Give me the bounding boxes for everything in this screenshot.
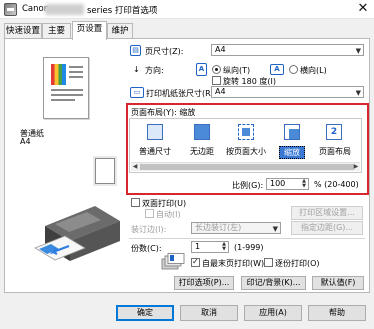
title-bar: Canon series 打印首选项 ✕ — [0, 0, 374, 19]
page-size-value: A4 — [215, 45, 226, 54]
binding-side-select[interactable]: 长边装订(左) ▼ — [191, 222, 281, 234]
landscape-icon: A — [270, 64, 284, 75]
print-options-button[interactable]: 打印选项(P)... — [174, 276, 234, 290]
cancel-button[interactable]: 取消 — [180, 305, 238, 321]
page-layout-label: 页面布局(Y): 缩放 — [131, 108, 196, 117]
layout-scrollbar[interactable]: ◀ ▶ — [131, 162, 360, 171]
orientation-arrow-icon: ↓ — [133, 65, 140, 74]
preview-text-line — [51, 99, 75, 101]
collate-checkbox[interactable] — [264, 258, 273, 267]
chevron-down-icon: ▼ — [355, 47, 361, 55]
specify-margin-button[interactable]: 指定边距(G)... — [291, 221, 363, 235]
duplex-label[interactable]: 双面打印(U) — [142, 198, 186, 209]
duplex-auto-checkbox[interactable] — [145, 209, 154, 218]
close-icon[interactable]: ✕ — [355, 1, 371, 17]
landscape-label[interactable]: 横向(L) — [300, 65, 327, 76]
tab-quick-setup[interactable]: 快速设置 — [4, 23, 42, 39]
portrait-label[interactable]: 纵向(T) — [223, 65, 250, 76]
scaled-icon[interactable] — [284, 124, 300, 140]
divider — [129, 238, 365, 239]
scaling-value: 100 — [270, 179, 286, 188]
preview-text-line — [69, 71, 83, 73]
redacted-model-name — [45, 4, 84, 15]
printer-paper-icon: ▭ — [130, 87, 144, 98]
chevron-down-icon: ▼ — [355, 89, 361, 97]
copies-value: 1 — [195, 242, 201, 251]
printer-paper-size-value: A4 — [215, 87, 226, 96]
ok-button[interactable]: 确定 — [116, 305, 174, 321]
preview-text-line — [69, 76, 83, 78]
tab-main[interactable]: 主要 — [42, 23, 71, 39]
preview-text-line — [51, 94, 83, 96]
fit-to-page-icon[interactable] — [238, 124, 254, 140]
preview-image — [51, 64, 66, 85]
tab-page-setup[interactable]: 页设置 — [72, 21, 107, 40]
scaling-label: 比例(G): — [232, 181, 264, 190]
copies-stack-icon — [161, 253, 185, 270]
scrollbar-thumb[interactable] — [140, 164, 354, 170]
tab-maintenance[interactable]: 维护 — [107, 23, 133, 39]
collate-label[interactable]: 逐份打印(O) — [275, 258, 320, 269]
landscape-radio[interactable] — [289, 65, 298, 74]
scaling-input[interactable]: 100 ▲ ▼ — [266, 178, 309, 190]
printer-app-icon — [4, 3, 17, 16]
printing-preferences-window: Canon series 打印首选项 ✕ 快速设置 主要 页设置 维护 普通纸 … — [0, 0, 374, 329]
binding-side-label: 装订边(I): — [131, 225, 167, 234]
help-button[interactable]: 帮助 — [308, 305, 366, 321]
page-layout-icon[interactable]: 2 — [326, 124, 342, 140]
print-from-last-page-label[interactable]: 自最末页打印(W) — [202, 258, 264, 269]
media-size-label: A4 — [20, 137, 31, 146]
printer-paper-size-select[interactable]: A4 ▼ — [211, 86, 364, 98]
printer-paper-size-label: 打印机纸张尺寸(R): — [146, 89, 217, 98]
page-size-label: 页尺寸(Z): — [145, 47, 184, 56]
borderless-icon[interactable] — [194, 124, 210, 140]
stamp-background-button[interactable]: 印记/背景(K)... — [241, 276, 306, 290]
paper-thumbnail — [95, 158, 115, 184]
print-area-setup-button[interactable]: 打印区域设置... — [291, 206, 363, 220]
portrait-radio[interactable] — [212, 65, 221, 74]
copies-range: (1-999) — [234, 243, 264, 252]
scroll-left-icon[interactable]: ◀ — [131, 163, 139, 171]
page-preview — [43, 57, 89, 119]
scroll-right-icon[interactable]: ▶ — [352, 163, 360, 171]
apply-button[interactable]: 应用(A) — [244, 305, 302, 321]
borderless-label[interactable]: 无边距 — [182, 146, 222, 157]
copies-input[interactable]: 1 ▲ ▼ — [191, 241, 229, 253]
copies-label: 份数(C): — [131, 244, 162, 253]
duplex-checkbox[interactable] — [131, 198, 140, 207]
preview-text-line — [69, 66, 83, 68]
normal-size-label[interactable]: 普通尺寸 — [135, 146, 175, 157]
scaled-label[interactable]: 缩放 — [279, 146, 305, 159]
printer-illustration — [34, 206, 120, 261]
page-size-select[interactable]: A4 ▼ — [211, 44, 364, 56]
page-layout-option-label[interactable]: 页面布局 — [316, 146, 354, 157]
print-from-last-page-checkbox[interactable] — [191, 257, 200, 267]
spin-down-icon[interactable]: ▼ — [302, 184, 306, 189]
binding-side-value: 长边装订(左) — [195, 223, 242, 232]
duplex-auto-label[interactable]: 自动(I) — [156, 209, 181, 220]
scaling-range: % (20-400) — [314, 180, 359, 189]
chevron-down-icon: ▼ — [272, 225, 278, 233]
spin-down-icon[interactable]: ▼ — [222, 247, 226, 252]
preview-text-line — [51, 89, 83, 91]
window-title-suffix: series 打印首选项 — [87, 6, 158, 16]
fit-to-page-label[interactable]: 按页面大小 — [222, 146, 270, 157]
rotate-180-checkbox[interactable] — [212, 76, 221, 85]
normal-size-icon[interactable] — [147, 124, 163, 140]
orientation-label: 方向: — [145, 66, 164, 75]
defaults-button[interactable]: 默认值(F) — [312, 276, 364, 290]
portrait-icon: A — [196, 63, 207, 76]
page-size-icon: ▤ — [130, 45, 141, 56]
